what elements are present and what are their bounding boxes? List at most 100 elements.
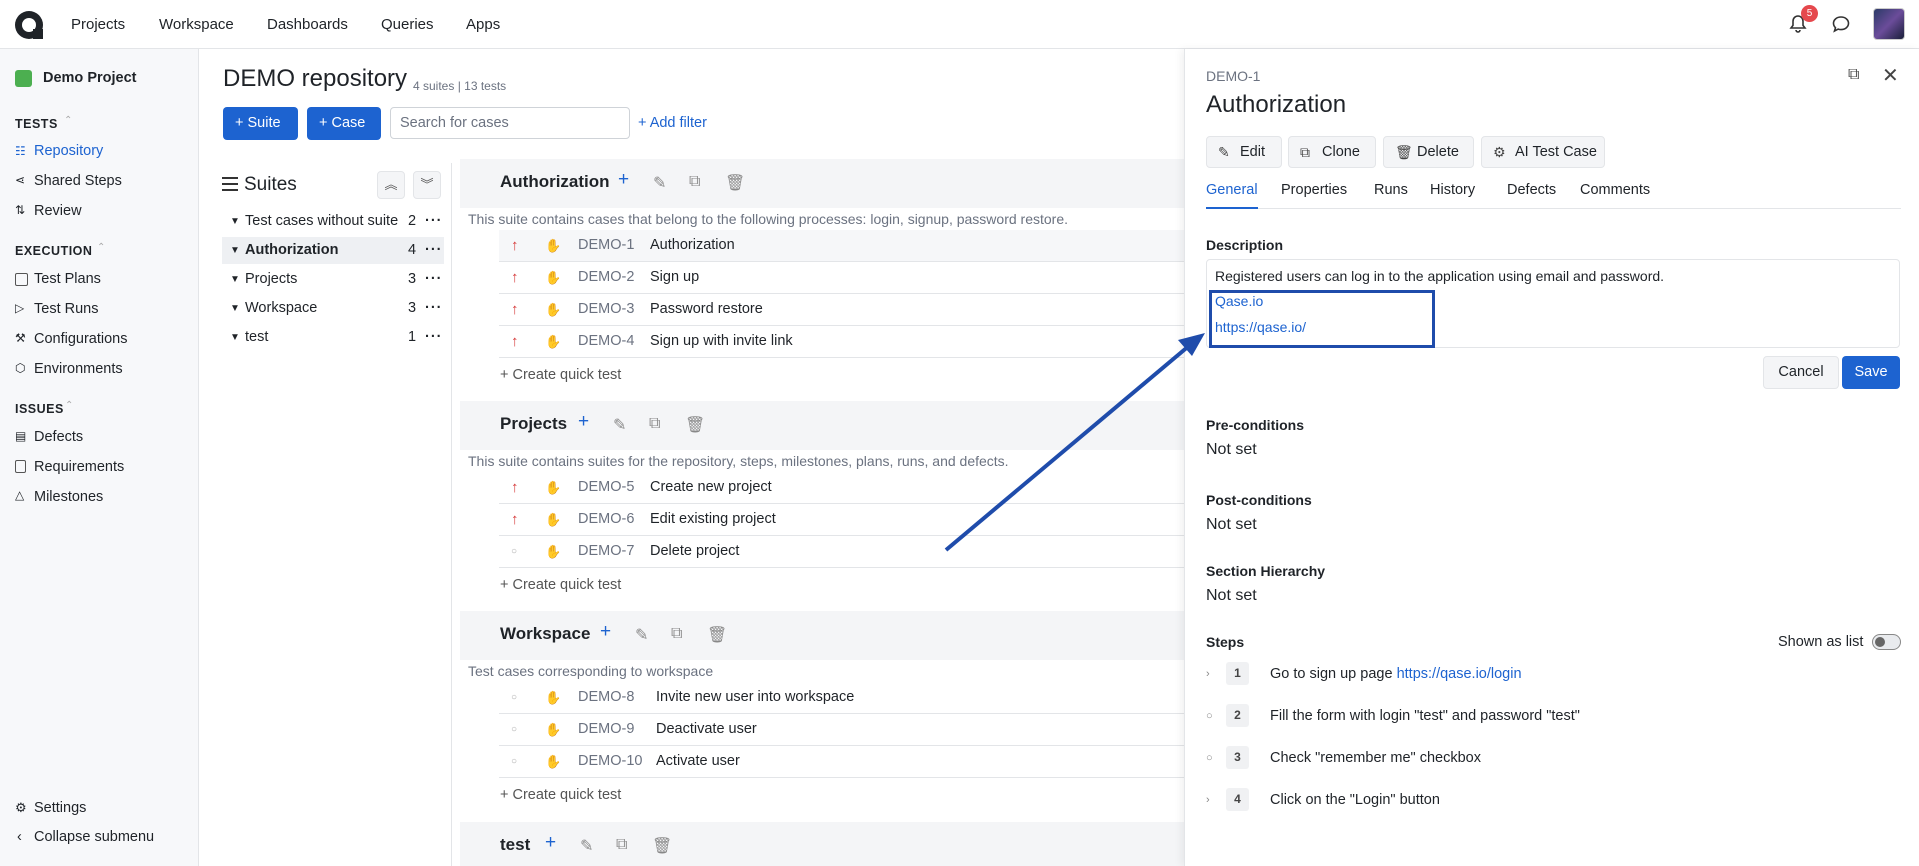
table-row[interactable]: ○ ✋ DEMO-10 Activate user bbox=[499, 746, 1184, 778]
user-avatar[interactable] bbox=[1873, 8, 1905, 40]
sidebar-item-environments[interactable]: Environments bbox=[34, 361, 123, 377]
caret-down-icon[interactable]: ▼ bbox=[230, 324, 240, 351]
copy-icon[interactable]: ⧉ bbox=[689, 173, 700, 191]
more-icon[interactable]: ··· bbox=[425, 237, 443, 264]
expand-icon[interactable]: ⧉ bbox=[1848, 66, 1859, 84]
chat-icon[interactable] bbox=[1831, 14, 1851, 34]
table-row[interactable]: ○ ✋ DEMO-8 Invite new user into workspac… bbox=[499, 682, 1184, 714]
tree-item[interactable]: ▼ test 1 ··· bbox=[222, 324, 444, 351]
sidebar-item-requirements[interactable]: Requirements bbox=[34, 459, 124, 475]
chevron-right-icon[interactable]: › bbox=[1206, 659, 1210, 689]
sidebar-item-shared-steps[interactable]: Shared Steps bbox=[34, 173, 122, 189]
table-row[interactable]: ↑ ✋ DEMO-3 Password restore bbox=[499, 294, 1184, 326]
step-row[interactable]: ○ 3 Check "remember me" checkbox bbox=[1206, 743, 1900, 773]
more-icon[interactable]: ··· bbox=[425, 266, 443, 293]
tab-history[interactable]: History bbox=[1430, 182, 1475, 209]
more-icon[interactable]: ··· bbox=[425, 295, 443, 322]
project-name[interactable]: Demo Project bbox=[43, 70, 136, 86]
more-icon[interactable]: ··· bbox=[425, 208, 443, 235]
copy-icon[interactable]: ⧉ bbox=[649, 415, 660, 433]
sidebar-item-test-runs[interactable]: Test Runs bbox=[34, 301, 98, 317]
execution-section-head[interactable]: EXECUTION bbox=[15, 244, 92, 258]
step-row[interactable]: ○ 2 Fill the form with login "test" and … bbox=[1206, 701, 1900, 731]
tests-section-head[interactable]: TESTS bbox=[15, 117, 58, 131]
nav-dashboards[interactable]: Dashboards bbox=[267, 16, 348, 33]
plus-icon[interactable]: + bbox=[618, 169, 629, 191]
sidebar-item-settings[interactable]: Settings bbox=[34, 800, 86, 816]
tab-runs[interactable]: Runs bbox=[1374, 182, 1408, 209]
case-title[interactable]: Create new project bbox=[650, 472, 772, 503]
tab-defects[interactable]: Defects bbox=[1507, 182, 1556, 209]
table-row[interactable]: ○ ✋ DEMO-7 Delete project bbox=[499, 536, 1184, 568]
nav-queries[interactable]: Queries bbox=[381, 16, 434, 33]
trash-icon[interactable]: 🗑 bbox=[725, 173, 745, 193]
tab-general[interactable]: General bbox=[1206, 182, 1258, 209]
expand-all-button[interactable]: ︾ bbox=[413, 171, 441, 199]
case-title[interactable]: Edit existing project bbox=[650, 504, 776, 535]
sidebar-item-test-plans[interactable]: Test Plans bbox=[34, 271, 101, 287]
sidebar-item-milestones[interactable]: Milestones bbox=[34, 489, 103, 505]
pencil-icon[interactable]: ✎ bbox=[653, 173, 666, 193]
case-title[interactable]: Activate user bbox=[656, 746, 740, 777]
create-quick-test-button[interactable]: + Create quick test bbox=[500, 787, 621, 803]
tree-item[interactable]: ▼ Authorization 4 ··· bbox=[222, 237, 444, 264]
step-row[interactable]: › 4 Click on the "Login" button bbox=[1206, 785, 1900, 815]
case-title[interactable]: Sign up bbox=[650, 262, 699, 293]
table-row[interactable]: ↑ ✋ DEMO-2 Sign up bbox=[499, 262, 1184, 294]
plus-icon[interactable]: + bbox=[600, 621, 611, 643]
delete-button[interactable]: 🗑 Delete bbox=[1383, 136, 1474, 168]
cancel-button[interactable]: Cancel bbox=[1763, 356, 1839, 389]
pencil-icon[interactable]: ✎ bbox=[635, 625, 648, 645]
table-row[interactable]: ↑ ✋ DEMO-5 Create new project bbox=[499, 472, 1184, 504]
create-quick-test-button[interactable]: + Create quick test bbox=[500, 367, 621, 383]
table-row[interactable]: ↑ ✋ DEMO-1 Authorization bbox=[499, 230, 1184, 262]
ai-test-case-button[interactable]: ⚙ AI Test Case bbox=[1481, 136, 1605, 168]
create-quick-test-button[interactable]: + Create quick test bbox=[500, 577, 621, 593]
search-input[interactable] bbox=[390, 107, 630, 139]
nav-projects[interactable]: Projects bbox=[71, 16, 125, 33]
sidebar-item-defects[interactable]: Defects bbox=[34, 429, 83, 445]
tree-item[interactable]: ▼ Workspace 3 ··· bbox=[222, 295, 444, 322]
nav-workspace[interactable]: Workspace bbox=[159, 16, 234, 33]
pencil-icon[interactable]: ✎ bbox=[613, 415, 626, 435]
plus-icon[interactable]: + bbox=[578, 411, 589, 433]
pencil-icon[interactable]: ✎ bbox=[580, 836, 593, 856]
plus-icon[interactable]: + bbox=[545, 832, 556, 854]
table-row[interactable]: ○ ✋ DEMO-9 Deactivate user bbox=[499, 714, 1184, 746]
chevron-right-icon[interactable]: › bbox=[1206, 785, 1210, 815]
chevron-up-icon[interactable]: ⌃ bbox=[97, 242, 105, 253]
tree-item[interactable]: ▼ Test cases without suite 2 ··· bbox=[222, 208, 444, 235]
case-title[interactable]: Delete project bbox=[650, 536, 739, 567]
chevron-up-icon[interactable]: ⌃ bbox=[64, 115, 72, 126]
case-title[interactable]: Sign up with invite link bbox=[650, 326, 793, 357]
close-icon[interactable]: ✕ bbox=[1882, 63, 1899, 88]
sidebar-item-repository[interactable]: Repository bbox=[34, 143, 103, 159]
case-title[interactable]: Deactivate user bbox=[656, 714, 757, 745]
collapse-all-button[interactable]: ︽ bbox=[377, 171, 405, 199]
copy-icon[interactable]: ⧉ bbox=[671, 625, 682, 643]
clone-button[interactable]: ⧉ Clone bbox=[1288, 136, 1376, 168]
copy-icon[interactable]: ⧉ bbox=[616, 836, 627, 854]
table-row[interactable]: ↑ ✋ DEMO-4 Sign up with invite link bbox=[499, 326, 1184, 358]
trash-icon[interactable]: 🗑 bbox=[652, 836, 672, 856]
edit-button[interactable]: ✎ Edit bbox=[1206, 136, 1282, 168]
caret-down-icon[interactable]: ▼ bbox=[230, 208, 240, 235]
tab-properties[interactable]: Properties bbox=[1281, 182, 1347, 209]
tab-comments[interactable]: Comments bbox=[1580, 182, 1650, 209]
case-title[interactable]: Invite new user into workspace bbox=[656, 682, 854, 713]
caret-down-icon[interactable]: ▼ bbox=[230, 266, 240, 293]
table-row[interactable]: ↑ ✋ DEMO-6 Edit existing project bbox=[499, 504, 1184, 536]
add-filter-button[interactable]: + Add filter bbox=[638, 115, 707, 131]
collapse-submenu-button[interactable]: Collapse submenu bbox=[34, 829, 154, 845]
add-suite-button[interactable]: + Suite bbox=[223, 107, 298, 140]
chevron-up-icon[interactable]: ⌃ bbox=[65, 400, 73, 411]
nav-apps[interactable]: Apps bbox=[466, 16, 500, 33]
add-case-button[interactable]: + Case bbox=[307, 107, 381, 140]
step-link[interactable]: https://qase.io/login bbox=[1397, 666, 1522, 682]
case-title[interactable]: Authorization bbox=[650, 230, 735, 261]
issues-section-head[interactable]: ISSUES bbox=[15, 402, 64, 416]
caret-down-icon[interactable]: ▼ bbox=[230, 237, 240, 264]
case-title[interactable]: Password restore bbox=[650, 294, 763, 325]
step-row[interactable]: › 1 Go to sign up page https://qase.io/l… bbox=[1206, 659, 1900, 689]
tree-item[interactable]: ▼ Projects 3 ··· bbox=[222, 266, 444, 293]
